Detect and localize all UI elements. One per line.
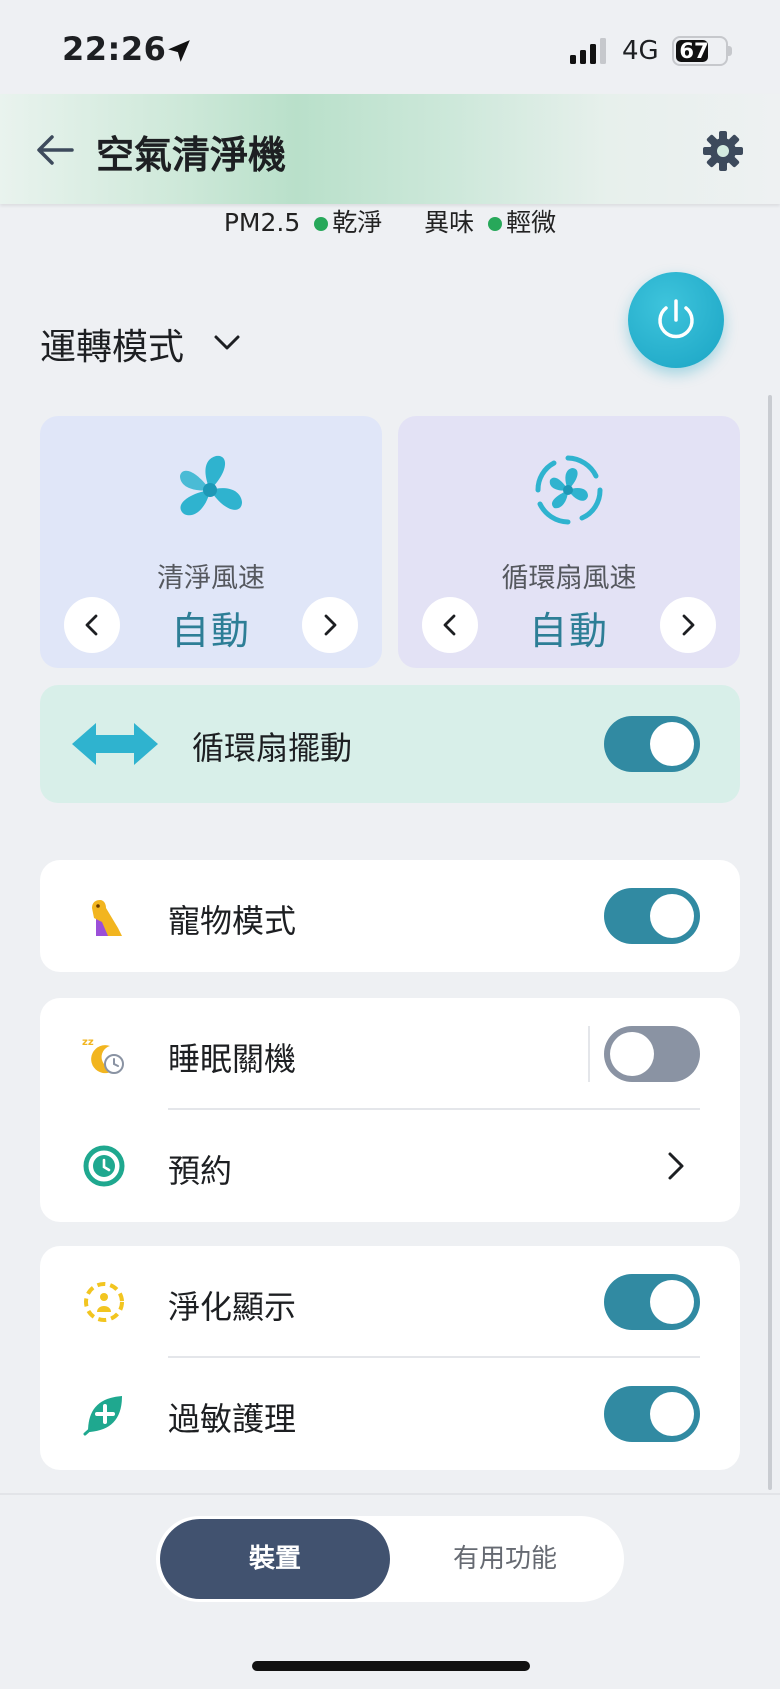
circulator-speed-next-button[interactable] [660,597,716,653]
tab-useful-features[interactable]: 有用功能 [390,1519,620,1599]
tab-device[interactable]: 裝置 [160,1519,390,1599]
circulator-speed-card: 循環扇風速 自動 [398,416,740,668]
purify-display-icon [84,1282,124,1322]
allergy-care-icon [83,1396,122,1436]
odor-status-dot [488,216,503,231]
purify-speed-next-button[interactable] [302,597,358,653]
chevron-right-icon [682,614,695,636]
allergy-care-label: 過敏護理 [168,1400,297,1438]
sleep-schedule-card: zz 睡眠關機 預約 [40,998,740,1222]
swing-toggle[interactable] [604,716,700,772]
location-arrow-icon [168,40,190,62]
clock-icon [83,1145,125,1187]
allergy-care-row: 過敏護理 [40,1358,740,1470]
display-allergy-card: 淨化顯示 過敏護理 [40,1246,740,1470]
purify-display-toggle[interactable] [604,1274,700,1330]
pet-mode-row: 寵物模式 [40,860,740,972]
page-title: 空氣清淨機 [96,133,287,177]
fan-icon [180,455,242,516]
circulator-speed-label: 循環扇風速 [501,563,637,594]
purify-speed-card: 清淨風速 自動 [40,416,382,668]
purify-display-label: 淨化顯示 [168,1288,297,1326]
sleep-off-label: 睡眠關機 [168,1040,297,1078]
swing-card: 循環扇擺動 [40,685,740,803]
pet-mode-card: 寵物模式 [40,860,740,972]
power-icon [658,299,694,339]
chevron-right-icon [324,614,337,636]
scrollbar[interactable] [768,395,772,1490]
purify-display-row: 淨化顯示 [40,1246,740,1358]
sleep-off-toggle[interactable] [604,1026,700,1082]
pm-value: 乾淨 [332,208,383,237]
back-arrow-icon[interactable] [34,130,76,170]
chevron-down-icon[interactable] [212,330,242,354]
row-separator [588,1026,590,1082]
mode-selector[interactable]: 運轉模式 [40,318,184,370]
circulator-fan-icon [535,455,603,525]
battery-level: 67 [679,39,709,63]
battery-icon: 67 [672,36,732,66]
schedule-row[interactable]: 預約 [40,1110,740,1222]
network-type: 4G [622,36,659,66]
purify-speed-label: 清淨風速 [157,563,265,594]
power-button[interactable] [628,272,724,368]
pm-status-dot [314,216,329,231]
tab-switcher: 裝置 有用功能 [156,1516,624,1602]
sleep-off-row: zz 睡眠關機 [40,998,740,1110]
swing-arrows-icon [72,723,158,765]
chevron-right-icon [668,1152,684,1180]
pet-mode-toggle[interactable] [604,888,700,944]
allergy-care-toggle[interactable] [604,1386,700,1442]
sleep-timer-icon: zz [82,1037,124,1074]
home-indicator[interactable] [252,1661,530,1671]
pet-icon [92,900,122,936]
odor-value: 輕微 [506,208,557,237]
status-time: 22:26 [62,30,167,68]
svg-text:zz: zz [82,1037,94,1048]
odor-label: 異味 [424,208,475,237]
signal-icon [570,38,606,64]
gear-icon[interactable] [700,128,746,174]
schedule-label: 預約 [168,1152,233,1190]
swing-label: 循環扇擺動 [192,729,353,767]
pm-label: PM2.5 [223,208,301,237]
pet-mode-label: 寵物模式 [168,902,297,940]
air-quality-status: PM2.5 乾淨 異味 輕微 [0,203,780,239]
